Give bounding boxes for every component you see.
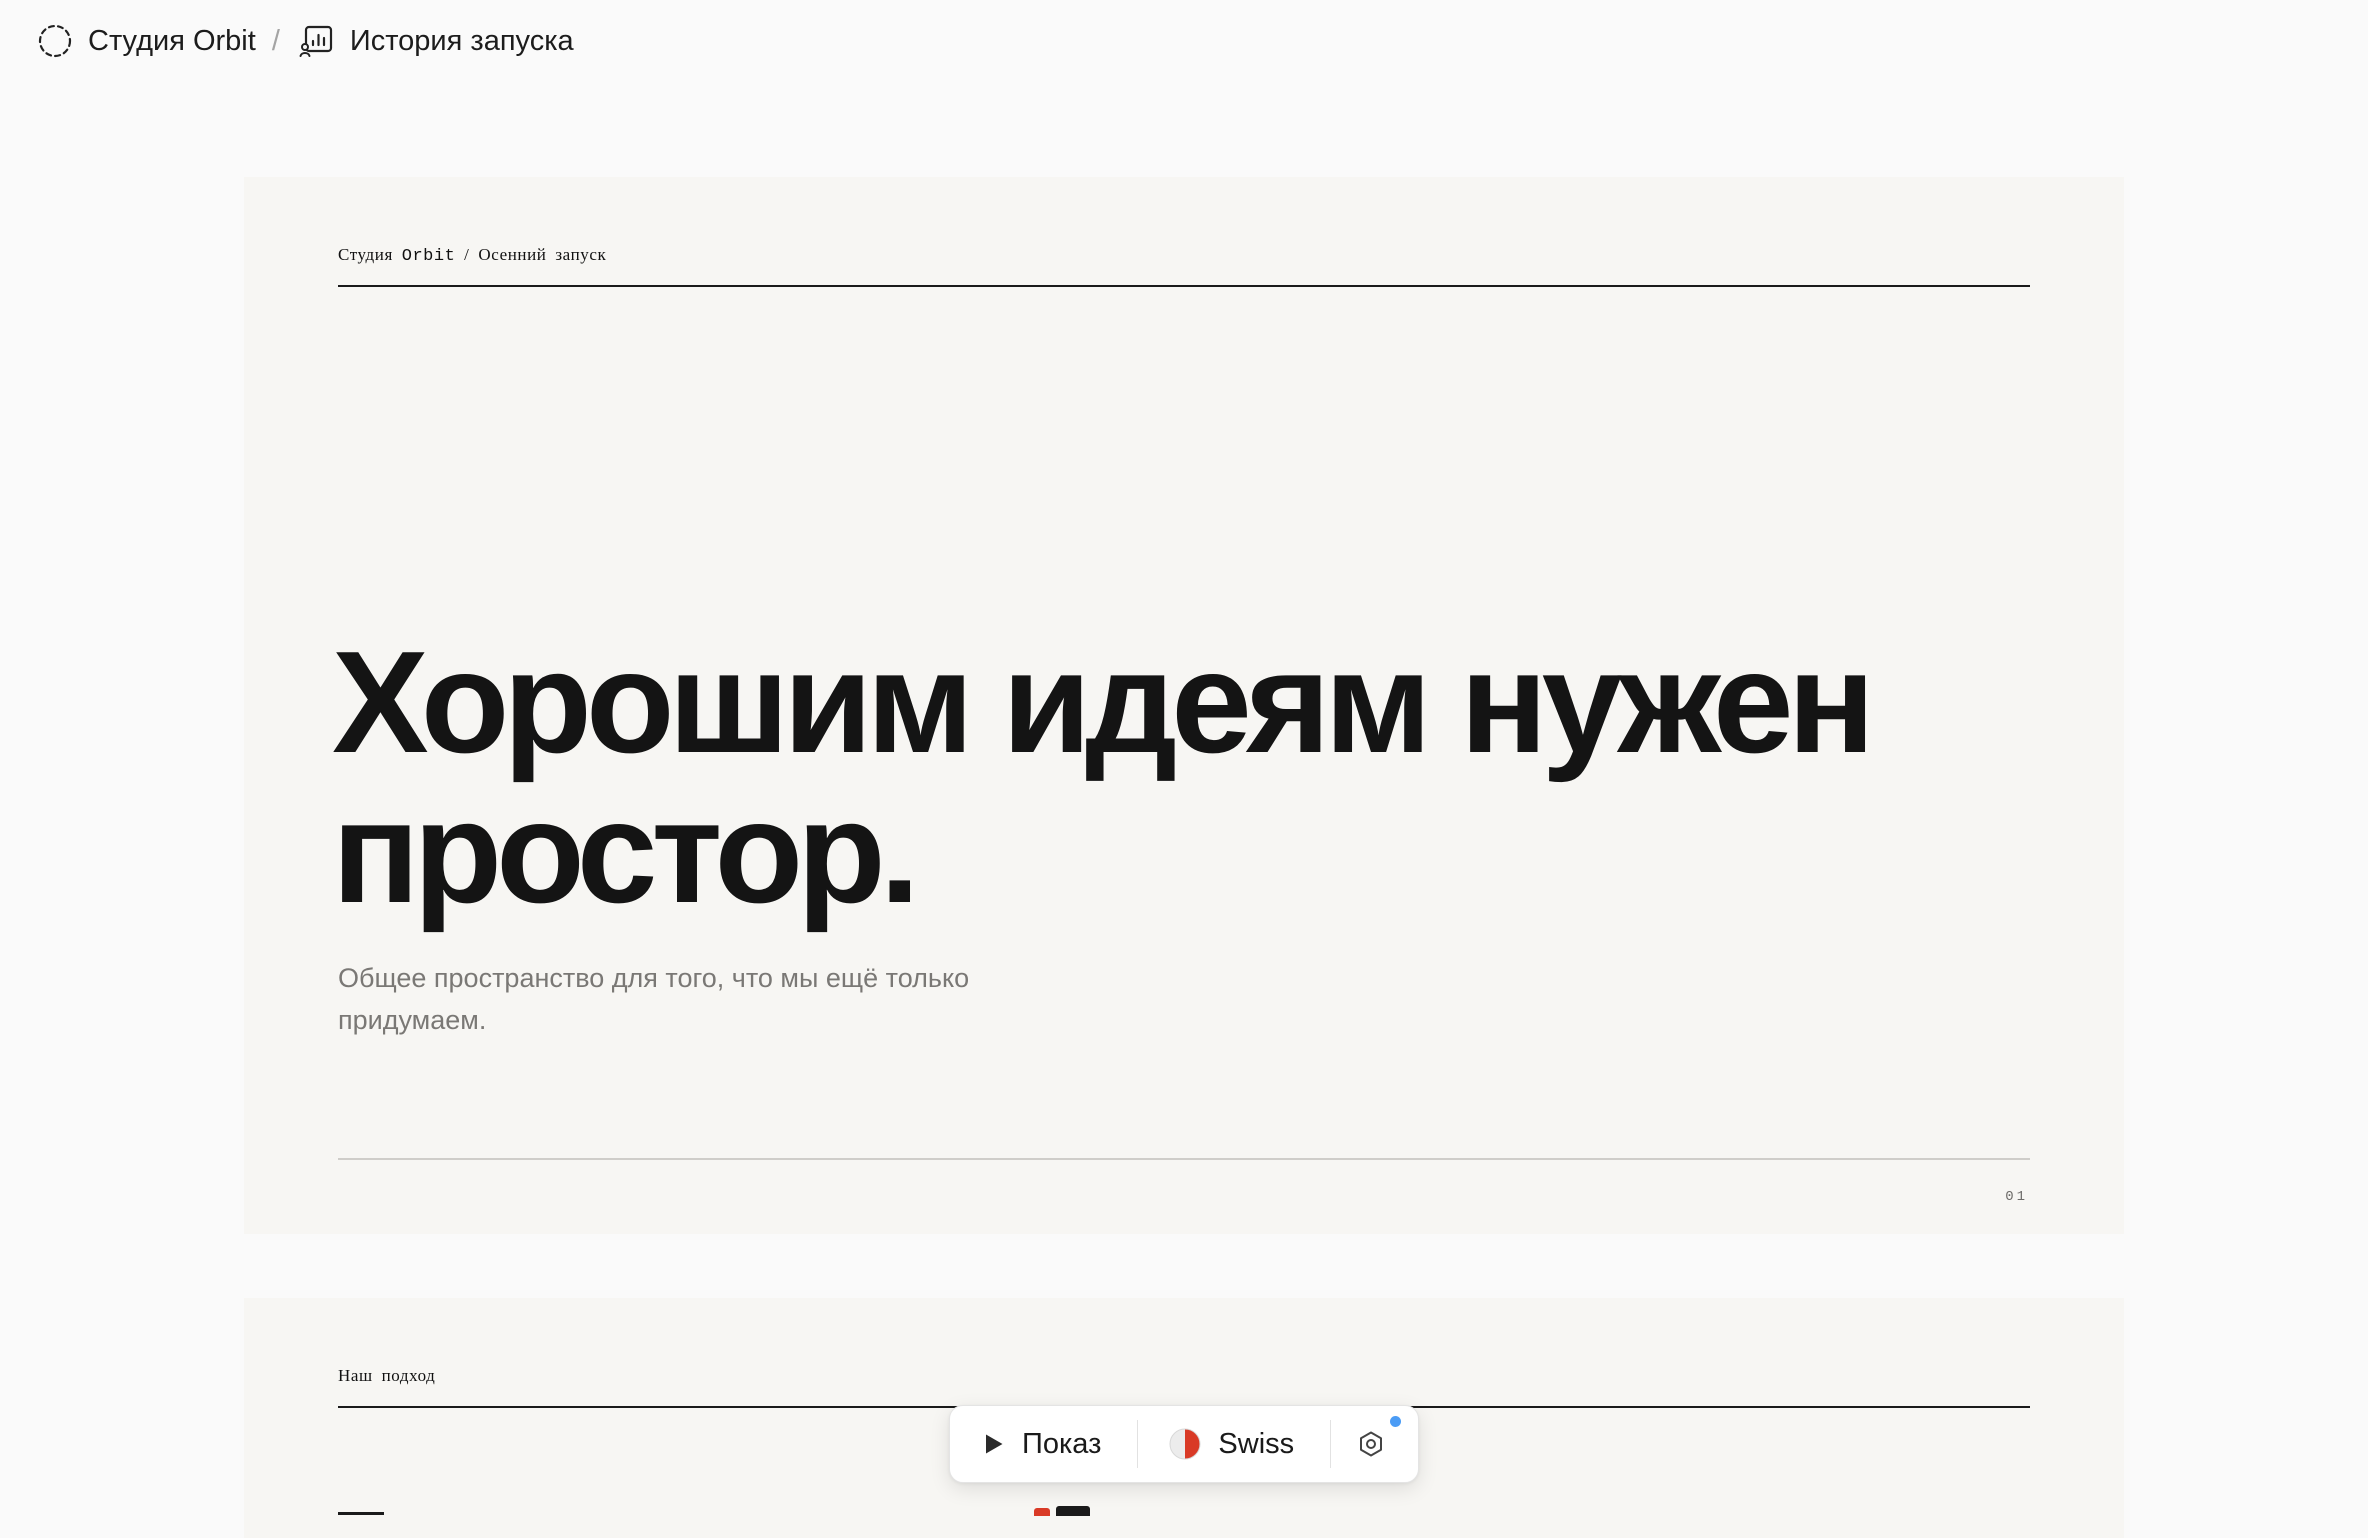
slide-1-header-separator: / [464,245,470,264]
slide-1-title-line-2: простор. [332,771,920,933]
presentation-toolbar: Показ Swiss [949,1405,1419,1483]
theme-selector-button[interactable]: Swiss [1138,1406,1330,1482]
slide-2-cut-off-rule [338,1512,384,1515]
theme-selector-label: Swiss [1218,1427,1295,1460]
slide-2-header-section: Наш подход [338,1366,436,1385]
slide-2-cut-off-text [1056,1506,1090,1516]
theme-swatch-icon [1169,1428,1201,1460]
present-button-label: Показ [1022,1427,1102,1460]
presentation-icon [298,22,336,60]
breadcrumb: Студия Orbit / История запуска [36,18,574,64]
workspace-circle-icon [36,22,74,60]
slide-1[interactable]: Студия Orbit / Осенний запуск Хорошим ид… [244,177,2124,1234]
slide-1-page-number: 01 [2005,1189,2028,1205]
slide-1-header-brand-mono: Orbit [401,247,456,266]
breadcrumb-page[interactable]: История запуска [298,22,574,60]
slide-1-footer-divider [338,1158,2030,1160]
slide-1-header: Студия Orbit / Осенний запуск [338,245,2030,287]
play-icon [986,1434,1003,1454]
slide-1-header-brand-word: Студия [338,245,393,264]
breadcrumb-page-label: История запуска [349,24,574,57]
slide-1-subtitle: Общее пространство для того, что мы ещё … [338,963,970,1035]
slide-1-header-section: Осенний запуск [478,245,607,264]
breadcrumb-separator: / [271,24,280,57]
slide-1-content: Студия Orbit / Осенний запуск Хорошим ид… [332,177,2030,1234]
breadcrumb-workspace[interactable]: Студия Orbit [36,22,256,60]
slide-1-title-line-1: Хорошим идеям нужен [332,621,1875,783]
slide-2-header: Наш подход [338,1366,2030,1408]
breadcrumb-workspace-label: Студия Orbit [88,24,256,57]
notification-dot [1390,1416,1402,1427]
slide-2-cut-off-accent [1034,1508,1050,1516]
slide-1-title: Хорошим идеям нужен простор. [332,627,2132,927]
settings-hexagon-icon [1360,1431,1383,1457]
settings-button[interactable] [1331,1406,1402,1482]
present-button[interactable]: Показ [950,1406,1137,1482]
slide-2-cut-off-heading [1034,1506,1094,1516]
